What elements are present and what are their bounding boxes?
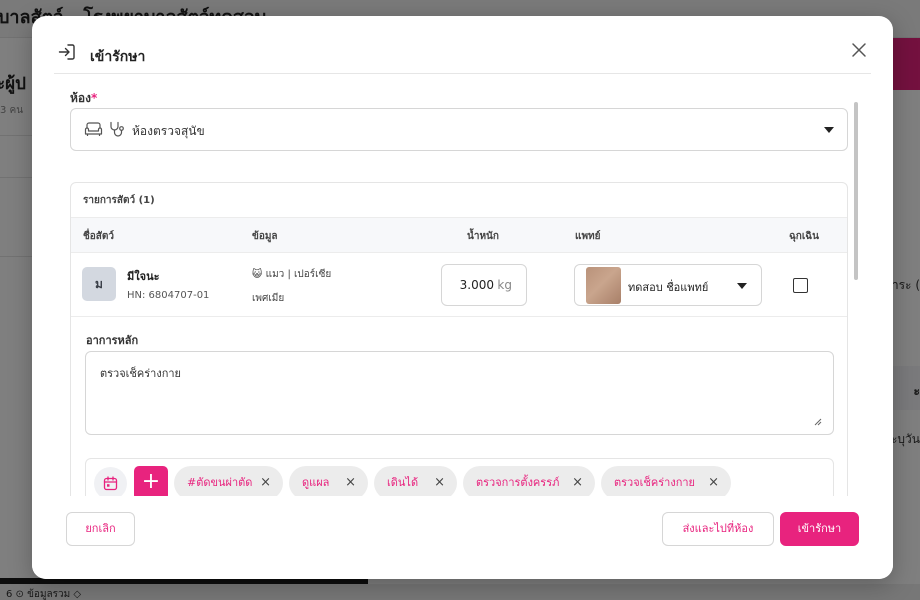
admit-button[interactable]: เข้ารักษา <box>780 512 859 546</box>
column-header-info: ข้อมูล <box>252 231 278 242</box>
tag-chip[interactable]: ดูแผล × <box>289 466 368 496</box>
cat-icon: 😺 <box>252 269 263 280</box>
room-label: ห้อง* <box>70 91 98 105</box>
close-icon[interactable]: × <box>572 466 583 496</box>
column-header-weight: น้ำหนัก <box>467 231 499 242</box>
symptom-tags-panel: + #ตัดขนผ่าตัด × ดูแผล × เดินได้ × ตรวจก… <box>85 458 834 496</box>
admit-modal: เข้ารักษา ห้อง* ห้องตรวจสุนัข รายการสัตว… <box>32 16 893 579</box>
stethoscope-icon <box>108 121 125 142</box>
column-header-emergency: ฉุกเฉิน <box>789 231 819 242</box>
tag-chip[interactable]: ตรวจการตั้งครรภ์ × <box>463 466 595 496</box>
close-icon[interactable]: × <box>260 466 271 496</box>
column-header-doctor: แพทย์ <box>575 231 601 242</box>
add-tag-button[interactable]: + <box>134 466 168 496</box>
close-icon[interactable]: × <box>345 466 356 496</box>
modal-header: เข้ารักษา <box>32 16 893 74</box>
pet-name: มีใจนะ <box>127 270 160 283</box>
weight-value: 3.000 <box>459 278 494 292</box>
pet-sex: เพศเมีย <box>252 293 285 304</box>
weight-unit: kg <box>497 278 512 292</box>
close-icon[interactable]: × <box>708 466 719 496</box>
symptom-label: อาการหลัก <box>86 334 139 347</box>
calendar-button[interactable] <box>94 467 127 496</box>
modal-body: ห้อง* ห้องตรวจสุนัข รายการสัตว์ (1) ชื่อ… <box>70 86 850 496</box>
modal-scrollbar[interactable] <box>854 102 858 280</box>
chevron-down-icon <box>824 127 834 133</box>
pet-avatar: ม <box>82 267 116 301</box>
chevron-down-icon <box>737 283 747 289</box>
header-divider <box>54 73 871 74</box>
send-to-room-button[interactable]: ส่งและไปที่ห้อง <box>662 512 774 546</box>
required-mark: * <box>90 91 98 105</box>
doctor-name: ทดสอบ ชื่อแพทย์ <box>628 281 709 294</box>
tag-label: ตรวจการตั้งครรภ์ <box>476 476 560 489</box>
login-icon <box>58 43 76 61</box>
room-select[interactable]: ห้องตรวจสุนัข <box>70 108 848 151</box>
symptom-textarea[interactable]: ตรวจเช็คร่างกาย <box>85 351 834 435</box>
table-row: ม มีใจนะ HN: 6804707-01 😺 แมว | เปอร์เซี… <box>71 253 847 317</box>
tag-label: ดูแผล <box>302 476 330 489</box>
tag-chip[interactable]: #ตัดขนผ่าตัด × <box>174 466 283 496</box>
tag-chip[interactable]: เดินได้ × <box>374 466 457 496</box>
pets-card: รายการสัตว์ (1) ชื่อสัตว์ ข้อมูล น้ำหนัก… <box>70 182 848 496</box>
cancel-button[interactable]: ยกเลิก <box>66 512 135 546</box>
resize-grip-icon[interactable] <box>812 411 822 426</box>
doctor-select[interactable]: ทดสอบ ชื่อแพทย์ <box>574 264 762 306</box>
pet-species: 😺 แมว | เปอร์เซีย <box>252 267 331 282</box>
emergency-checkbox[interactable] <box>793 278 808 293</box>
pet-species-breed: แมว | เปอร์เซีย <box>265 269 332 280</box>
pets-card-title: รายการสัตว์ (1) <box>83 195 155 206</box>
pets-table-header: ชื่อสัตว์ ข้อมูล น้ำหนัก แพทย์ ฉุกเฉิน <box>71 217 847 253</box>
sofa-icon <box>84 121 103 141</box>
doctor-avatar <box>586 267 621 304</box>
tag-label: ตรวจเช็คร่างกาย <box>614 476 695 489</box>
room-value: ห้องตรวจสุนัข <box>132 124 205 138</box>
tag-label: เดินได้ <box>387 476 419 489</box>
pet-hn: HN: 6804707-01 <box>127 290 210 301</box>
modal-footer: ยกเลิก ส่งและไปที่ห้อง เข้ารักษา <box>32 496 893 579</box>
column-header-name: ชื่อสัตว์ <box>83 231 115 242</box>
weight-input[interactable]: 3.000 kg <box>441 264 527 306</box>
close-icon[interactable]: × <box>434 466 445 496</box>
close-icon[interactable] <box>851 42 867 58</box>
tag-label: #ตัดขนผ่าตัด <box>187 476 253 489</box>
tag-chip[interactable]: ตรวจเช็คร่างกาย × <box>601 466 731 496</box>
modal-title: เข้ารักษา <box>90 49 146 65</box>
